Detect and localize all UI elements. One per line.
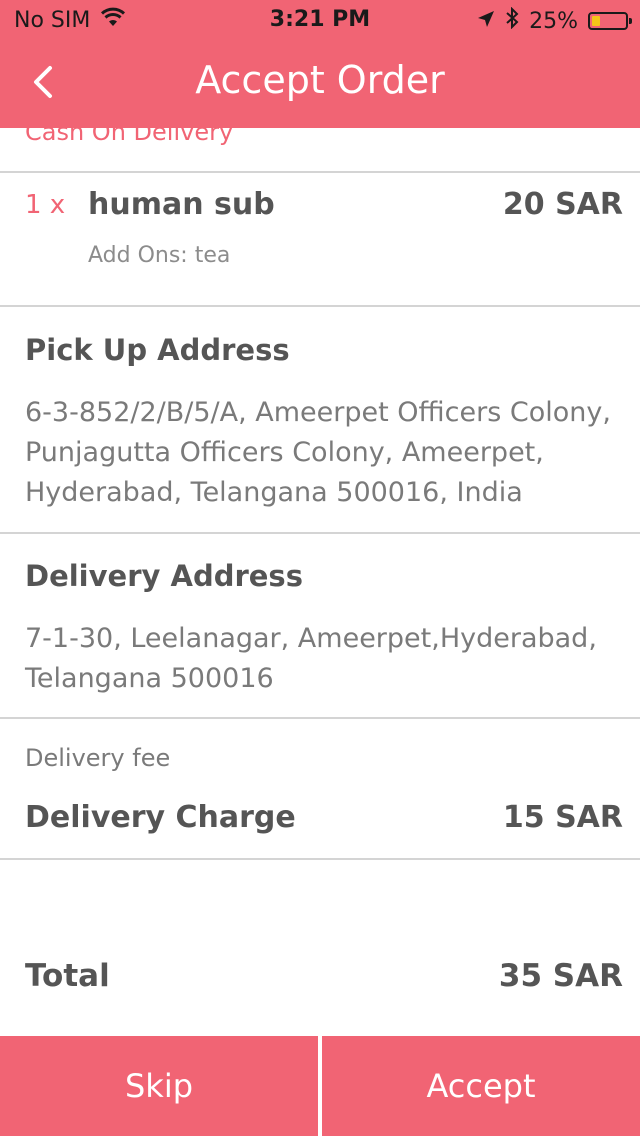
delivery-fee-label: Delivery fee (25, 744, 171, 772)
delivery-address: 7-1-30, Leelanagar, Ameerpet,Hyderabad, … (25, 623, 597, 694)
total-value: 35 SAR (498, 958, 623, 994)
divider (0, 717, 640, 719)
header: No SIM 3:21 PM 25% Accept Order (0, 0, 640, 128)
delivery-charge-label: Delivery Charge (25, 800, 296, 835)
page-title: Accept Order (195, 58, 445, 102)
divider (0, 171, 640, 173)
status-right: 25% (477, 6, 632, 35)
total-label: Total (25, 958, 110, 994)
location-arrow-icon (477, 9, 495, 34)
skip-button[interactable]: Skip (0, 1036, 318, 1136)
divider (0, 532, 640, 534)
pickup-title: Pick Up Address (25, 333, 290, 367)
accept-button[interactable]: Accept (322, 1036, 640, 1136)
battery-tip (629, 18, 632, 24)
status-bar: No SIM 3:21 PM 25% (0, 0, 640, 40)
delivery-charge-value: 15 SAR (502, 800, 623, 835)
delivery-title: Delivery Address (25, 559, 303, 593)
item-price: 20 SAR (502, 187, 623, 222)
battery-percent: 25% (529, 8, 578, 34)
nav-bar: Accept Order (0, 40, 640, 128)
item-name: human sub (88, 187, 275, 222)
divider (0, 858, 640, 860)
battery-fill (592, 16, 600, 26)
payment-method: Cash On Delivery (25, 118, 234, 146)
battery-icon (588, 12, 632, 30)
pickup-address: 6-3-852/2/B/5/A, Ameerpet Officers Colon… (25, 397, 611, 508)
divider (0, 305, 640, 307)
item-addons: Add Ons: tea (88, 243, 231, 268)
bluetooth-icon (505, 6, 519, 35)
item-quantity: 1 x (25, 190, 66, 220)
